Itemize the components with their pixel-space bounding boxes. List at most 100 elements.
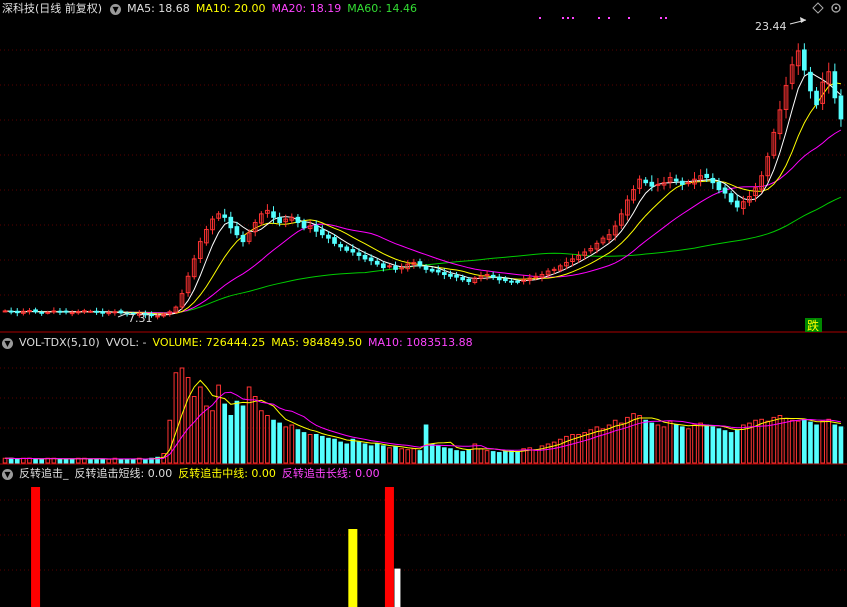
volume-bar	[564, 435, 569, 464]
price-header: 深科技(日线 前复权) ▼ MA5: 18.68 MA10: 20.00 MA2…	[0, 1, 423, 17]
signal-indicator-name[interactable]: 反转追击_	[19, 466, 69, 482]
volume-bar	[747, 422, 752, 464]
volume-bar	[698, 422, 703, 464]
volume-bar	[88, 458, 93, 464]
volume-bar	[454, 450, 459, 464]
volume-bar	[173, 372, 179, 464]
volume-bar	[27, 457, 32, 464]
candle-body	[222, 214, 228, 218]
volume-ma10-value: MA10: 1083513.88	[367, 336, 473, 349]
candle-body	[57, 310, 63, 313]
candle-body	[643, 179, 649, 184]
volume-bar	[490, 451, 496, 464]
candle-body	[368, 257, 374, 262]
volume-bar	[704, 424, 710, 464]
volume-ma5-value: MA5: 984849.50	[271, 336, 362, 349]
volume-bar	[692, 424, 697, 464]
volume-bar	[143, 458, 148, 464]
candle-body	[240, 234, 246, 243]
candle-body	[228, 216, 234, 229]
volume-bar	[606, 424, 612, 464]
volume-bar	[57, 458, 63, 464]
candle-body	[686, 182, 691, 185]
candle-body	[704, 173, 710, 178]
volume-bar	[802, 418, 807, 464]
candle-body	[710, 177, 716, 184]
volume-bar	[246, 386, 252, 464]
volume-bar	[374, 443, 380, 464]
volume-bar	[448, 448, 453, 464]
volume-bar	[716, 428, 722, 464]
high-annotation: 23.44	[755, 20, 787, 33]
signal-bar-long	[394, 568, 401, 607]
volume-bar	[820, 420, 825, 464]
volume-bar	[722, 430, 728, 464]
volume-bar	[466, 449, 472, 464]
volume-bar	[740, 424, 746, 464]
price-indicator-menu-icon[interactable]: ▼	[110, 3, 122, 15]
signal-bar-mid	[348, 529, 358, 607]
volume-bar	[588, 429, 594, 464]
volume-bar	[625, 416, 630, 464]
long-signal-value: 反转追击长线: 0.00	[281, 467, 380, 480]
volume-bar	[240, 405, 246, 464]
volume-bar	[210, 410, 215, 464]
candle-body	[344, 246, 350, 251]
volume-bar	[533, 449, 539, 464]
candle-body	[14, 310, 20, 314]
candle-body	[2, 310, 8, 313]
diamond-icon[interactable]	[812, 2, 824, 14]
signal-badge: 跌	[807, 318, 819, 333]
candle-body	[332, 237, 337, 244]
volume-bar	[368, 445, 374, 464]
candle-body	[728, 193, 734, 203]
candle-body	[82, 310, 87, 313]
volume-bar	[405, 449, 411, 464]
volume-bar	[484, 450, 490, 464]
volume-bar	[356, 441, 362, 464]
candle-body	[112, 311, 118, 314]
volume-indicator-name[interactable]: VOL-TDX(5,10)	[19, 335, 100, 351]
candle-body	[393, 265, 398, 270]
signal-indicator-menu-icon[interactable]: ▼	[2, 468, 13, 480]
volume-bar	[228, 415, 234, 464]
volume-bar	[649, 422, 655, 464]
candle-body	[515, 280, 520, 283]
volume-bar	[344, 443, 350, 464]
gear-icon[interactable]	[831, 3, 841, 13]
volume-bar	[265, 415, 270, 464]
ma5-value: MA5: 18.68	[127, 2, 190, 15]
candle-body	[271, 211, 276, 218]
volume-bar	[478, 448, 484, 464]
volume-bar	[460, 451, 465, 464]
ma10-series	[5, 82, 841, 315]
candle-body	[509, 280, 514, 283]
candle-body	[490, 274, 496, 278]
volume-bar	[185, 377, 191, 464]
volume-bar	[472, 443, 478, 464]
volume-bar	[655, 424, 661, 464]
volume-bar	[557, 438, 563, 464]
volume-bar	[326, 437, 331, 464]
volume-bar	[167, 419, 173, 464]
stock-chart[interactable]: 23.44 7.31 跌	[0, 0, 847, 607]
volume-bar	[319, 435, 325, 464]
volume-bar	[94, 458, 99, 464]
volume-bar	[503, 451, 508, 464]
volume-bar	[252, 396, 258, 464]
candle-body	[234, 226, 240, 236]
candle-body	[155, 315, 160, 318]
volume-bar	[393, 446, 398, 464]
volume-bar	[661, 426, 667, 464]
candle-body	[362, 254, 368, 260]
volume-bar	[411, 448, 417, 464]
candle-body	[423, 266, 429, 270]
volume-indicator-menu-icon[interactable]: ▼	[2, 337, 13, 349]
ma10-value: MA10: 20.00	[195, 2, 266, 15]
short-signal-value: 反转追击短线: 0.00	[74, 467, 173, 480]
volume-bar	[496, 452, 502, 464]
top-markers	[539, 17, 667, 19]
volume-bar	[429, 443, 435, 464]
volume-bar	[301, 432, 307, 464]
ma20-line	[5, 129, 842, 314]
